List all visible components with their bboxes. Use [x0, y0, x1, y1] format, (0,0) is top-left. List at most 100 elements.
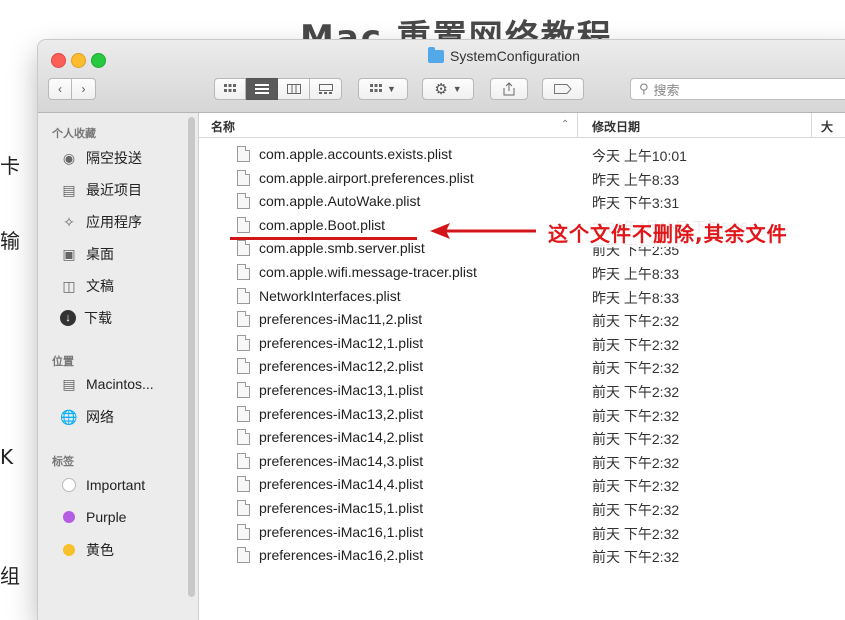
- file-rows: com.apple.accounts.exists.plist 今天 上午10:0…: [199, 143, 845, 568]
- sidebar-item-recents[interactable]: ▤ 最近项目: [60, 180, 142, 200]
- group-by-button[interactable]: ▼: [358, 78, 408, 100]
- tag-group: [542, 78, 584, 102]
- annotation-text: 这个文件不删除,其余文件: [548, 218, 788, 247]
- column-header: 名称 ⌃ 修改日期 大: [199, 113, 845, 138]
- sidebar-item-label: 应用程序: [86, 214, 142, 230]
- file-date: 前天 下午2:32: [592, 360, 680, 377]
- file-row[interactable]: preferences-iMac14,2.plist 前天 下午2:32: [199, 426, 845, 450]
- search-field[interactable]: ⚲ 搜索: [630, 78, 845, 100]
- file-row[interactable]: preferences-iMac14,4.plist 前天 下午2:32: [199, 473, 845, 497]
- file-row[interactable]: preferences-iMac11,2.plist 前天 下午2:32: [199, 308, 845, 332]
- annotation-underline: [230, 237, 417, 240]
- sidebar-item-documents[interactable]: ◫ 文稿: [60, 276, 114, 296]
- column-divider: [811, 113, 812, 137]
- gallery-view-button[interactable]: [310, 78, 342, 100]
- file-name: preferences-iMac13,2.plist: [259, 405, 424, 422]
- sidebar: 个人收藏 ◉ 隔空投送 ▤ 最近项目 ✧ 应用程序 ▣ 桌面 ◫ 文稿 ↓ 下载…: [38, 113, 199, 620]
- group-menu: ▼: [358, 78, 408, 102]
- chevron-right-icon: ›: [81, 82, 86, 96]
- file-date: 前天 下午2:32: [592, 336, 680, 353]
- sort-chevron-up-icon: ⌃: [561, 119, 570, 130]
- sidebar-item-label: 黄色: [86, 542, 114, 558]
- column-view-button[interactable]: [278, 78, 310, 100]
- gray-dot-icon: [62, 478, 76, 492]
- file-date: 前天 下午2:32: [592, 549, 680, 566]
- sidebar-item-label: 文稿: [86, 278, 114, 294]
- file-row[interactable]: preferences-iMac13,2.plist 前天 下午2:32: [199, 403, 845, 427]
- zoom-button[interactable]: [91, 53, 106, 68]
- file-date: 昨天 上午8:33: [592, 171, 680, 188]
- back-button[interactable]: ‹: [48, 78, 72, 100]
- file-row[interactable]: com.apple.AutoWake.plist 昨天 下午3:31: [199, 190, 845, 214]
- file-name: preferences-iMac14,4.plist: [259, 476, 424, 493]
- airdrop-icon: ◉: [62, 149, 76, 166]
- share-icon: [503, 82, 515, 96]
- sidebar-item-tag-yellow[interactable]: 黄色: [60, 540, 114, 560]
- search-icon: ⚲: [639, 81, 649, 96]
- hard-drive-icon: ▤: [62, 375, 76, 392]
- minimize-button[interactable]: [71, 53, 86, 68]
- column-date-header[interactable]: 修改日期: [592, 118, 640, 135]
- file-name: preferences-iMac16,1.plist: [259, 523, 424, 540]
- column-name-header[interactable]: 名称: [211, 118, 235, 135]
- sidebar-item-label: 网络: [86, 409, 114, 425]
- action-button[interactable]: ⚙ ▼: [422, 78, 474, 100]
- file-row[interactable]: NetworkInterfaces.plist 昨天 上午8:33: [199, 285, 845, 309]
- background-text: 输: [0, 229, 20, 253]
- sidebar-item-label: 下载: [84, 310, 112, 326]
- file-row[interactable]: preferences-iMac16,2.plist 前天 下午2:32: [199, 544, 845, 568]
- sidebar-item-airdrop[interactable]: ◉ 隔空投送: [60, 148, 142, 168]
- file-row[interactable]: preferences-iMac14,3.plist 前天 下午2:32: [199, 450, 845, 474]
- sidebar-item-downloads[interactable]: ↓ 下载: [60, 308, 112, 328]
- file-row[interactable]: com.apple.wifi.message-tracer.plist 昨天 上午…: [199, 261, 845, 285]
- share-button[interactable]: [490, 78, 528, 100]
- file-name: com.apple.accounts.exists.plist: [259, 146, 452, 162]
- file-row[interactable]: preferences-iMac12,2.plist 前天 下午2:32: [199, 355, 845, 379]
- sidebar-item-applications[interactable]: ✧ 应用程序: [60, 212, 142, 232]
- file-date: 前天 下午2:32: [592, 383, 680, 400]
- file-name: preferences-iMac14,2.plist: [259, 429, 424, 446]
- plist-file-icon: [237, 193, 250, 210]
- file-row[interactable]: preferences-iMac12,1.plist 前天 下午2:32: [199, 332, 845, 356]
- plist-file-icon: [237, 547, 250, 564]
- plist-file-icon: [237, 499, 250, 516]
- sidebar-item-tag-important[interactable]: Important: [60, 476, 145, 494]
- documents-icon: ◫: [62, 277, 76, 294]
- file-row[interactable]: preferences-iMac13,1.plist 前天 下午2:32: [199, 379, 845, 403]
- sidebar-item-macintosh-hd[interactable]: ▤ Macintos...: [60, 375, 154, 393]
- sidebar-scrollbar[interactable]: [188, 117, 195, 597]
- column-size-header[interactable]: 大: [821, 118, 833, 135]
- plist-file-icon: [237, 216, 250, 233]
- file-row[interactable]: com.apple.airport.preferences.plist 昨天 上午…: [199, 167, 845, 191]
- file-row[interactable]: preferences-iMac16,1.plist 前天 下午2:32: [199, 521, 845, 545]
- sidebar-item-label: 桌面: [86, 246, 114, 262]
- list-view-button[interactable]: [246, 78, 278, 100]
- file-name: preferences-iMac15,1.plist: [259, 499, 424, 516]
- list-icon: [254, 84, 269, 94]
- close-button[interactable]: [51, 53, 66, 68]
- action-menu: ⚙ ▼: [422, 78, 474, 102]
- file-row[interactable]: preferences-iMac15,1.plist 前天 下午2:32: [199, 497, 845, 521]
- plist-file-icon: [237, 263, 250, 280]
- sidebar-item-tag-purple[interactable]: Purple: [60, 508, 126, 526]
- file-row[interactable]: com.apple.accounts.exists.plist 今天 上午10:0…: [199, 143, 845, 167]
- icon-view-button[interactable]: [214, 78, 246, 100]
- plist-file-icon: [237, 405, 250, 422]
- forward-button[interactable]: ›: [72, 78, 96, 100]
- column-divider: [577, 113, 578, 137]
- grid-icon: [370, 84, 383, 92]
- sidebar-item-network[interactable]: 🌐 网络: [60, 407, 114, 427]
- downloads-icon: ↓: [60, 310, 76, 326]
- tag-dot-icon: [60, 476, 78, 494]
- yellow-dot-icon: [63, 544, 75, 556]
- plist-file-icon: [237, 287, 250, 304]
- gallery-icon: [318, 84, 333, 94]
- tags-button[interactable]: [542, 78, 584, 100]
- sidebar-item-desktop[interactable]: ▣ 桌面: [60, 244, 114, 264]
- search-placeholder: 搜索: [653, 82, 680, 98]
- favorites-header: 个人收藏: [52, 128, 96, 140]
- sidebar-item-label: Macintos...: [86, 376, 154, 392]
- tag-icon: [554, 84, 572, 94]
- nav-buttons: ‹ ›: [48, 78, 96, 102]
- chevron-left-icon: ‹: [58, 82, 62, 96]
